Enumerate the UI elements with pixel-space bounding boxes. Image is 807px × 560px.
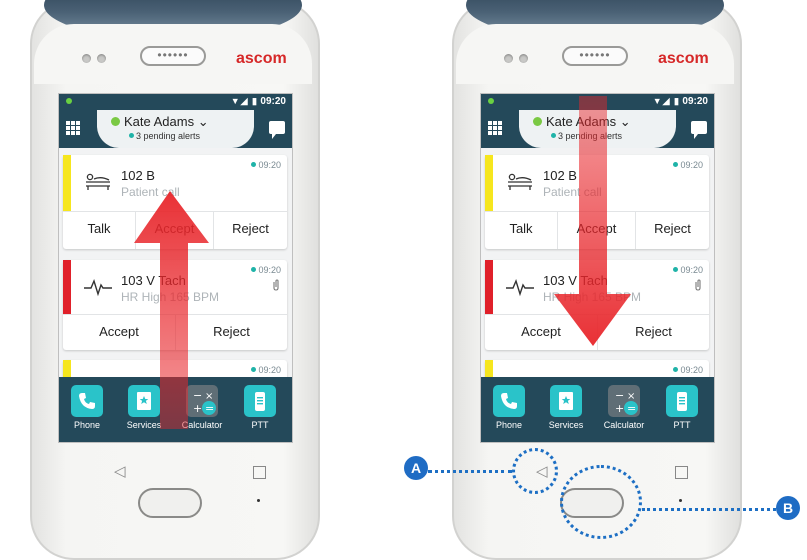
sensor-icon [97, 54, 106, 63]
recent-apps-icon[interactable] [253, 466, 266, 479]
sensor-icon [519, 54, 528, 63]
brand-logo: ascom [236, 50, 287, 67]
phone-screen: ▼◢ ▮ 09:20 Kate Adams ⌄ 3 pending alerts… [58, 93, 293, 443]
camera-icon [82, 54, 91, 63]
callout-b-line [642, 508, 776, 511]
home-button[interactable] [138, 488, 202, 518]
recent-apps-icon[interactable] [675, 466, 688, 479]
back-nav-icon[interactable]: ◁ [114, 462, 126, 480]
camera-icon [504, 54, 513, 63]
brand-logo: ascom [658, 50, 709, 67]
swipe-up-arrow [134, 191, 209, 429]
phone-device-left: •••••• ascom ▼◢ ▮ 09:20 Kate Adams ⌄ 3 p… [30, 0, 320, 560]
callout-a-badge: A [404, 456, 428, 480]
speaker-grille: •••••• [140, 46, 206, 66]
callout-b-badge: B [776, 496, 800, 520]
swipe-down-arrow [554, 96, 631, 346]
callout-a-line [428, 470, 512, 473]
phone-screen: ▼◢ ▮ 09:20 Kate Adams ⌄ 3 pending alerts… [480, 93, 715, 443]
callout-b-highlight [560, 465, 642, 539]
speaker-grille: •••••• [562, 46, 628, 66]
callout-a-highlight [512, 448, 558, 494]
